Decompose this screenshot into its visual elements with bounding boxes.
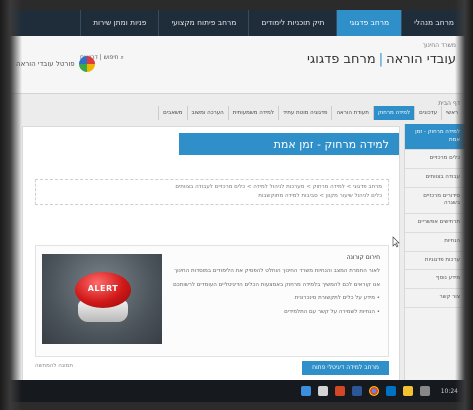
top-navigation: מרחב מנהלי מרחב פדגוגי תיק תוכניות לימוד… xyxy=(8,10,466,36)
title-part-pedagogic: מרחב פדגוגי xyxy=(307,52,376,67)
os-taskbar: 10:24 xyxy=(8,380,466,402)
title-part-teachers: עובדי הוראה xyxy=(386,52,456,67)
related-links-line-2[interactable]: כלים לניהול שיעור מקוון > סביבות למידה מ… xyxy=(42,192,382,201)
word-icon[interactable] xyxy=(351,386,362,396)
sidebar-item-kits[interactable]: ערכות פדגוגיות xyxy=(405,252,466,271)
mail-icon[interactable] xyxy=(385,386,396,396)
content-bullet-1[interactable]: • מידע על כלים לתקשורת סינכרונית xyxy=(170,294,380,303)
related-links-line-1[interactable]: מרחב פדגוגי > למידה מרחוק > מערכות לניהו… xyxy=(42,183,382,192)
tab-curriculum[interactable]: תיק תוכניות לימודים xyxy=(248,10,336,36)
content-footer: מרחב למידה דיגיטלי פתוח תמונה להמחשה xyxy=(35,359,389,377)
content-text: חירום קורונה לאור החמרת המצב והנחיות משר… xyxy=(170,254,380,321)
file-explorer-icon[interactable] xyxy=(402,386,413,396)
content-bullet-2[interactable]: • הנחיות לשמירה על קשר עם התלמידים xyxy=(170,308,380,317)
logo-text: פורטל עובדי הוראה xyxy=(16,60,75,68)
tab-pedagogic-space[interactable]: מרחב פדגוגי xyxy=(336,10,402,36)
digital-learning-button[interactable]: מרחב למידה דיגיטלי פתוח xyxy=(302,361,389,375)
browser-window: מרחב מנהלי מרחב פדגוגי תיק תוכניות לימוד… xyxy=(8,10,466,380)
settings-icon[interactable] xyxy=(419,386,430,396)
page-title: עובדי הוראה|מרחב פדגוגי xyxy=(307,52,456,67)
mouse-cursor-icon xyxy=(392,236,400,248)
image-caption: תמונה להמחשה xyxy=(35,363,73,369)
alert-red-button: ALERT xyxy=(75,272,131,308)
content-paragraph-2: אנו קוראים לכם להמשיך בלמידה מרחוק באמצע… xyxy=(173,281,380,288)
alert-label: ALERT xyxy=(87,284,119,293)
search-icon[interactable]: ⌕ xyxy=(121,54,124,61)
subnav-item-future-pedagogy[interactable]: פדגוגיה מוטת עתיד xyxy=(277,106,332,120)
tab-admin-space[interactable]: מרחב מנהלי xyxy=(401,10,466,36)
powerpoint-icon[interactable] xyxy=(334,386,345,396)
site-logo[interactable]: פורטל עובדי הוראה xyxy=(16,56,95,72)
sidebar-item-guidelines[interactable]: הנחיות xyxy=(405,233,466,252)
tab-service-requests[interactable]: פניות ומתן שירות xyxy=(80,10,158,36)
sidebar-item-central-tools[interactable]: כלים מרכזיים xyxy=(405,150,466,170)
site-header: משרד החינוך עובדי הוראה|מרחב פדגוגי ⌕ חי… xyxy=(8,36,466,120)
subnav-item-resources[interactable]: משאבים xyxy=(158,106,186,120)
sidebar-item-routine[interactable]: סידורים מרכזיים בשגרה xyxy=(405,188,466,215)
sidebar-item-contact[interactable]: צור קשר xyxy=(405,289,466,308)
sidebar-item-teamwork[interactable]: עבודה בצוותים xyxy=(405,169,466,188)
subnav-item-teaching-certificate[interactable]: תעודת הוראה xyxy=(331,106,372,120)
page-banner: למידה מרחוק - זמן אמת xyxy=(179,133,399,155)
related-links-box: מרחב פדגוגי > למידה מרחוק > מערכות לניהו… xyxy=(35,179,389,205)
subnav-item-meaningful-learning[interactable]: למידה משמעותית xyxy=(227,106,278,120)
main-content: למידה מרחוק - זמן אמת מרחב פדגוגי > למיד… xyxy=(22,126,400,380)
subnav-item-assessment[interactable]: הערכה ומשוב xyxy=(186,106,228,120)
content-card: ALERT חירום קורונה לאור החמרת המצב והנחי… xyxy=(35,245,389,357)
sidebar-item-more-info[interactable]: מידע נוסף xyxy=(405,270,466,289)
chrome-icon[interactable] xyxy=(368,386,379,396)
alert-button-image: ALERT xyxy=(42,254,162,344)
sidebar-home-link[interactable]: דף הבית xyxy=(404,98,466,110)
logo-emblem-icon xyxy=(78,56,95,72)
search-taskbar-icon[interactable] xyxy=(317,386,328,396)
banner-title: למידה מרחוק - זמן אמת xyxy=(273,138,389,151)
tab-professional-development[interactable]: מרחב פיתוח מקצועי xyxy=(158,10,248,36)
content-heading: חירום קורונה xyxy=(346,254,380,261)
sub-navigation: ראשי עדכונים למידה מרחוק תעודת הוראה פדג… xyxy=(8,106,466,120)
content-paragraph-1: לאור החמרת המצב והנחיות משרד החינוך הוחל… xyxy=(174,268,380,274)
title-separator: | xyxy=(378,52,384,67)
windows-start-icon[interactable] xyxy=(300,386,311,396)
sidebar-item-realtime[interactable]: למידה מרחוק - זמן אמת xyxy=(405,124,466,151)
sidebar-item-scenarios[interactable]: תרחישים אפשריים xyxy=(405,214,466,233)
breadcrumb[interactable]: משרד החינוך xyxy=(423,42,456,49)
sidebar: למידה מרחוק - זמן אמת כלים מרכזיים עבודה… xyxy=(404,124,466,380)
taskbar-clock[interactable]: 10:24 xyxy=(441,388,458,395)
